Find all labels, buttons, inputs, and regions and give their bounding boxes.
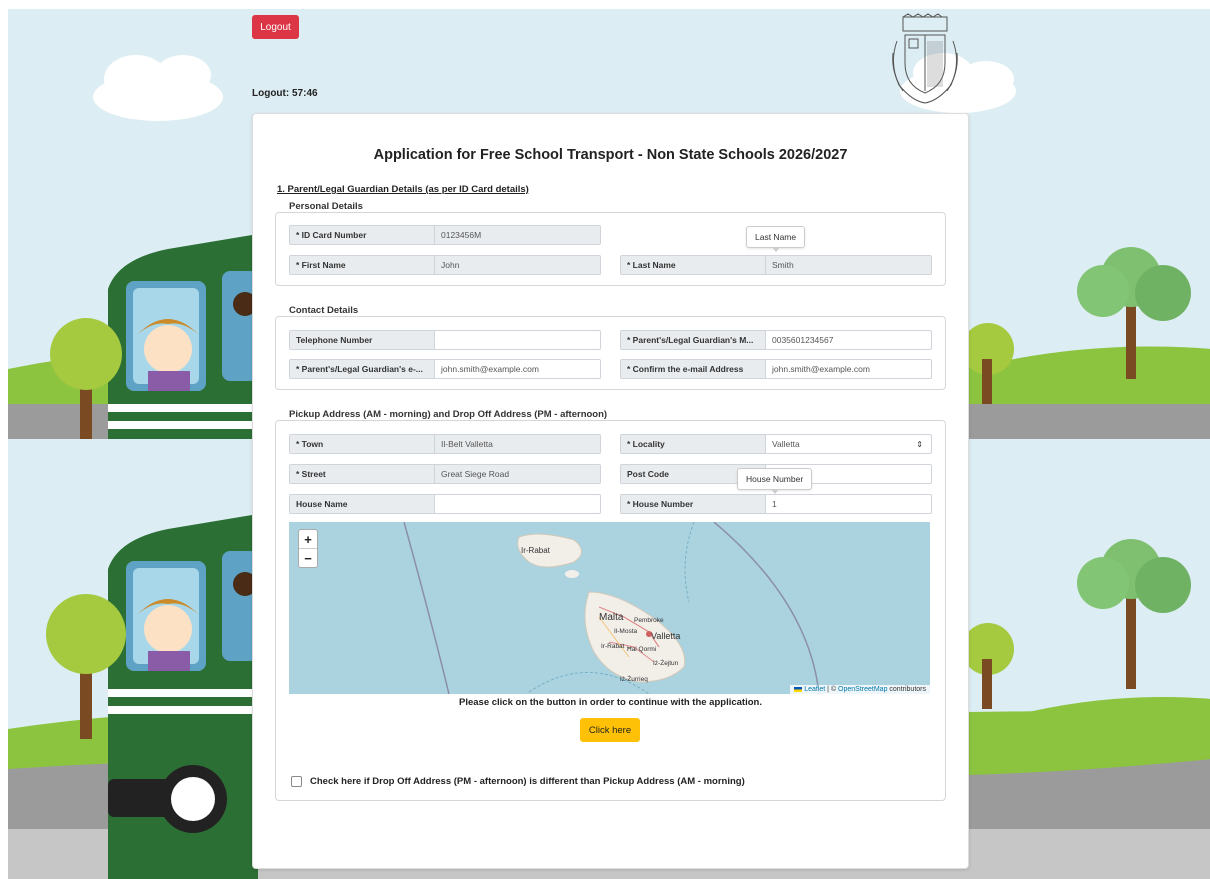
instruction-text: Please click on the button in order to c…	[459, 697, 762, 708]
map-label: Pembroke	[634, 617, 664, 624]
town-field: * Town Il-Belt Valletta	[289, 434, 601, 454]
locality-field: * Locality Valletta ⇕	[620, 434, 932, 454]
timer-label: Logout:	[252, 88, 290, 99]
last-name-tooltip: Last Name	[746, 226, 806, 252]
logout-button[interactable]: Logout	[252, 15, 299, 39]
dropoff-different-row: Check here if Drop Off Address (PM - aft…	[291, 776, 745, 787]
id-card-field: * ID Card Number 0123456M	[289, 225, 601, 245]
select-updown-icon[interactable]: ⇕	[916, 435, 931, 453]
map-label: Malta	[599, 612, 624, 623]
ukraine-flag-icon	[794, 686, 803, 692]
locality-select[interactable]: Valletta	[766, 435, 916, 453]
map-label: Valletta	[651, 631, 681, 641]
street-field: * Street Great Siege Road	[289, 464, 601, 484]
map-label: Iż-Żejtun	[653, 660, 679, 667]
map-tiles	[403, 522, 820, 694]
location-map[interactable]: Ir-Rabat Malta Pembroke Il-Mosta Vallett…	[289, 522, 930, 694]
logout-timer: Logout: 57:46	[252, 88, 318, 99]
zoom-out-button[interactable]: −	[299, 548, 317, 567]
house-name-input[interactable]	[435, 495, 600, 513]
section-heading-parent-details: 1. Parent/Legal Guardian Details (as per…	[277, 184, 529, 195]
telephone-input[interactable]	[435, 331, 600, 349]
town-input[interactable]: Il-Belt Valletta	[435, 435, 600, 453]
mobile-label: * Parent's/Legal Guardian's M...	[621, 331, 766, 349]
confirm-email-label: * Confirm the e-mail Address	[621, 360, 766, 378]
personal-details-heading: Personal Details	[289, 201, 363, 212]
dropoff-different-checkbox[interactable]	[291, 776, 302, 787]
timer-value: 57:46	[291, 88, 318, 99]
first-name-label: * First Name	[290, 256, 435, 274]
email-label: * Parent's/Legal Guardian's e-...	[290, 360, 435, 378]
map-label: Ir-Rabat	[601, 643, 625, 650]
dropoff-different-label[interactable]: Check here if Drop Off Address (PM - aft…	[310, 776, 745, 787]
map-label: Ħal Qormi	[627, 646, 657, 653]
last-name-input[interactable]: Smith	[766, 256, 931, 274]
map-label: Ir-Rabat	[521, 546, 550, 555]
id-card-label: * ID Card Number	[290, 226, 435, 244]
email-input[interactable]: john.smith@example.com	[435, 360, 600, 378]
mobile-input[interactable]: 0035601234567	[766, 331, 931, 349]
attribution-separator: | ©	[825, 686, 839, 693]
page-title: Application for Free School Transport - …	[373, 147, 848, 163]
first-name-input[interactable]: John	[435, 256, 600, 274]
map-zoom-control: + −	[298, 529, 318, 568]
town-label: * Town	[290, 435, 435, 453]
house-number-label: * House Number	[621, 495, 766, 513]
house-number-field: * House Number 1	[620, 494, 932, 514]
street-label: * Street	[290, 465, 435, 483]
map-label: Iż-Żurrieq	[620, 676, 648, 683]
zoom-in-button[interactable]: +	[299, 530, 317, 548]
id-card-input[interactable]: 0123456M	[435, 226, 600, 244]
telephone-field: Telephone Number	[289, 330, 601, 350]
house-number-input[interactable]: 1	[766, 495, 931, 513]
house-name-field: House Name	[289, 494, 601, 514]
confirm-email-input[interactable]: john.smith@example.com	[766, 360, 931, 378]
telephone-label: Telephone Number	[290, 331, 435, 349]
first-name-field: * First Name John	[289, 255, 601, 275]
mobile-field: * Parent's/Legal Guardian's M... 0035601…	[620, 330, 932, 350]
leaflet-link[interactable]: Leaflet	[804, 686, 825, 693]
click-here-button[interactable]: Click here	[580, 718, 640, 742]
coat-of-arms-logo	[892, 13, 958, 104]
last-name-label: * Last Name	[621, 256, 766, 274]
osm-link[interactable]: OpenStreetMap	[838, 686, 887, 693]
email-field: * Parent's/Legal Guardian's e-... john.s…	[289, 359, 601, 379]
address-heading: Pickup Address (AM - morning) and Drop O…	[289, 409, 608, 420]
map-attribution: Leaflet | © OpenStreetMap contributors	[790, 685, 930, 694]
locality-label: * Locality	[621, 435, 766, 453]
attribution-suffix: contributors	[887, 686, 926, 693]
last-name-field: * Last Name Smith	[620, 255, 932, 275]
application-form-card: Application for Free School Transport - …	[252, 113, 969, 869]
street-input[interactable]: Great Siege Road	[435, 465, 600, 483]
contact-details-heading: Contact Details	[289, 305, 359, 316]
house-number-tooltip: House Number	[737, 468, 813, 494]
house-name-label: House Name	[290, 495, 435, 513]
map-label: Il-Mosta	[614, 628, 638, 635]
confirm-email-field: * Confirm the e-mail Address john.smith@…	[620, 359, 932, 379]
